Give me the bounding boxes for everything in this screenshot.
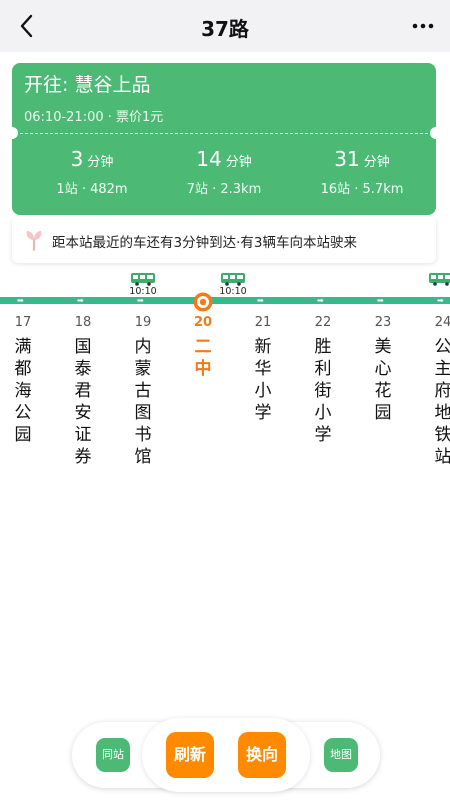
destination-label: 开往: 慧谷上品 [24, 74, 151, 96]
nav-bar: 37路 [0, 0, 450, 52]
direction-arrow-icon: ➡ [17, 296, 24, 305]
direction-arrow-icon: ➡ [317, 296, 324, 305]
stop-number: 19 [134, 315, 152, 330]
bottom-action-bar: 同站 刷新 换向 地图 [72, 718, 380, 792]
card-divider [20, 133, 428, 134]
stop-item[interactable]: 24 公主府地铁站 [428, 315, 450, 468]
page-title: 37路 [201, 17, 249, 41]
arrival-detail: 7站 · 2.3km [186, 182, 262, 197]
stop-name: 美心花园 [374, 337, 392, 423]
arrival-minutes: 31 [334, 147, 360, 171]
direction-arrow-icon: ➡ [257, 296, 264, 305]
arrival-item: 31 分钟 16站 · 5.7km [292, 147, 432, 197]
arrival-detail: 1站 · 482m [56, 182, 128, 197]
bus-time: 10:10 [129, 286, 157, 297]
sprout-icon [26, 231, 42, 251]
bus-icon [221, 273, 245, 286]
bus-icon [429, 273, 450, 286]
arrival-detail: 16站 · 5.7km [320, 182, 404, 197]
refresh-button[interactable]: 刷新 [166, 732, 214, 778]
reverse-direction-button[interactable]: 换向 [238, 732, 286, 778]
arrival-unit: 分钟 [225, 155, 252, 170]
bus-marker[interactable] [428, 272, 450, 286]
stop-item[interactable]: 17 满都海公园 [8, 315, 38, 446]
arrival-item: 3 分钟 1站 · 482m [22, 147, 162, 197]
stop-number: 18 [74, 315, 92, 330]
direction-arrow-icon: ➡ [437, 296, 444, 305]
arrival-unit: 分钟 [87, 155, 114, 170]
primary-actions-group: 刷新 换向 [142, 718, 310, 792]
stop-name: 新华小学 [254, 337, 272, 423]
arrival-item: 14 分钟 7站 · 2.3km [154, 147, 294, 197]
direction-arrow-icon: ➡ [137, 296, 144, 305]
stop-number: 23 [374, 315, 392, 330]
same-stop-button[interactable]: 同站 [96, 738, 130, 772]
map-button[interactable]: 地图 [324, 738, 358, 772]
card-notch-left [12, 127, 18, 139]
arrival-minutes: 3 [70, 147, 84, 171]
stop-item[interactable]: 23 美心花园 [368, 315, 398, 424]
direction-arrow-icon: ➡ [377, 296, 384, 305]
stop-number: 17 [14, 315, 32, 330]
stop-number: 20 [193, 315, 213, 330]
stop-name: 公主府地铁站 [434, 337, 450, 467]
stop-name: 二中 [194, 337, 212, 379]
current-stop-pin-icon [193, 292, 213, 312]
notice-text: 距本站最近的车还有3分钟到达·有3辆车向本站驶来 [52, 235, 357, 251]
bus-marker[interactable]: 10:10 [218, 272, 248, 297]
stop-name: 胜利街小学 [314, 337, 332, 445]
stop-item[interactable]: 18 国泰君安证券 [68, 315, 98, 468]
bus-time: 10:10 [219, 286, 247, 297]
stop-item[interactable]: 19 内蒙古图书馆 [128, 315, 158, 468]
stop-name: 内蒙古图书馆 [134, 337, 152, 467]
stop-item-current[interactable]: 20 二中 [188, 315, 218, 380]
direction-arrow-icon: ➡ [77, 296, 84, 305]
bus-marker[interactable]: 10:10 [128, 272, 158, 297]
arrival-notice: 距本站最近的车还有3分钟到达·有3辆车向本站驶来 [12, 217, 436, 263]
arrival-minutes: 14 [196, 147, 222, 171]
arrival-card: 开往: 慧谷上品 06:10-21:00 · 票价1元 3 分钟 1站 · 482… [12, 63, 436, 215]
stop-name: 国泰君安证券 [74, 337, 92, 467]
card-notch-right [430, 127, 436, 139]
stop-number: 21 [254, 315, 272, 330]
stop-number: 22 [314, 315, 332, 330]
service-hours-fare: 06:10-21:00 · 票价1元 [24, 110, 164, 125]
more-icon[interactable] [408, 12, 438, 40]
route-strip[interactable]: ➡ ➡ ➡ ➡ ➡ ➡ ➡ 10:10 10:10 17 满 都 海 公 园 1… [0, 268, 450, 488]
stop-item[interactable]: 21 新华小学 [248, 315, 278, 424]
stop-name: 满都海公园 [14, 337, 32, 445]
stop-item[interactable]: 22 胜利街小学 [308, 315, 338, 446]
bus-icon [131, 273, 155, 286]
stop-number: 24 [434, 315, 450, 330]
arrival-unit: 分钟 [363, 155, 390, 170]
